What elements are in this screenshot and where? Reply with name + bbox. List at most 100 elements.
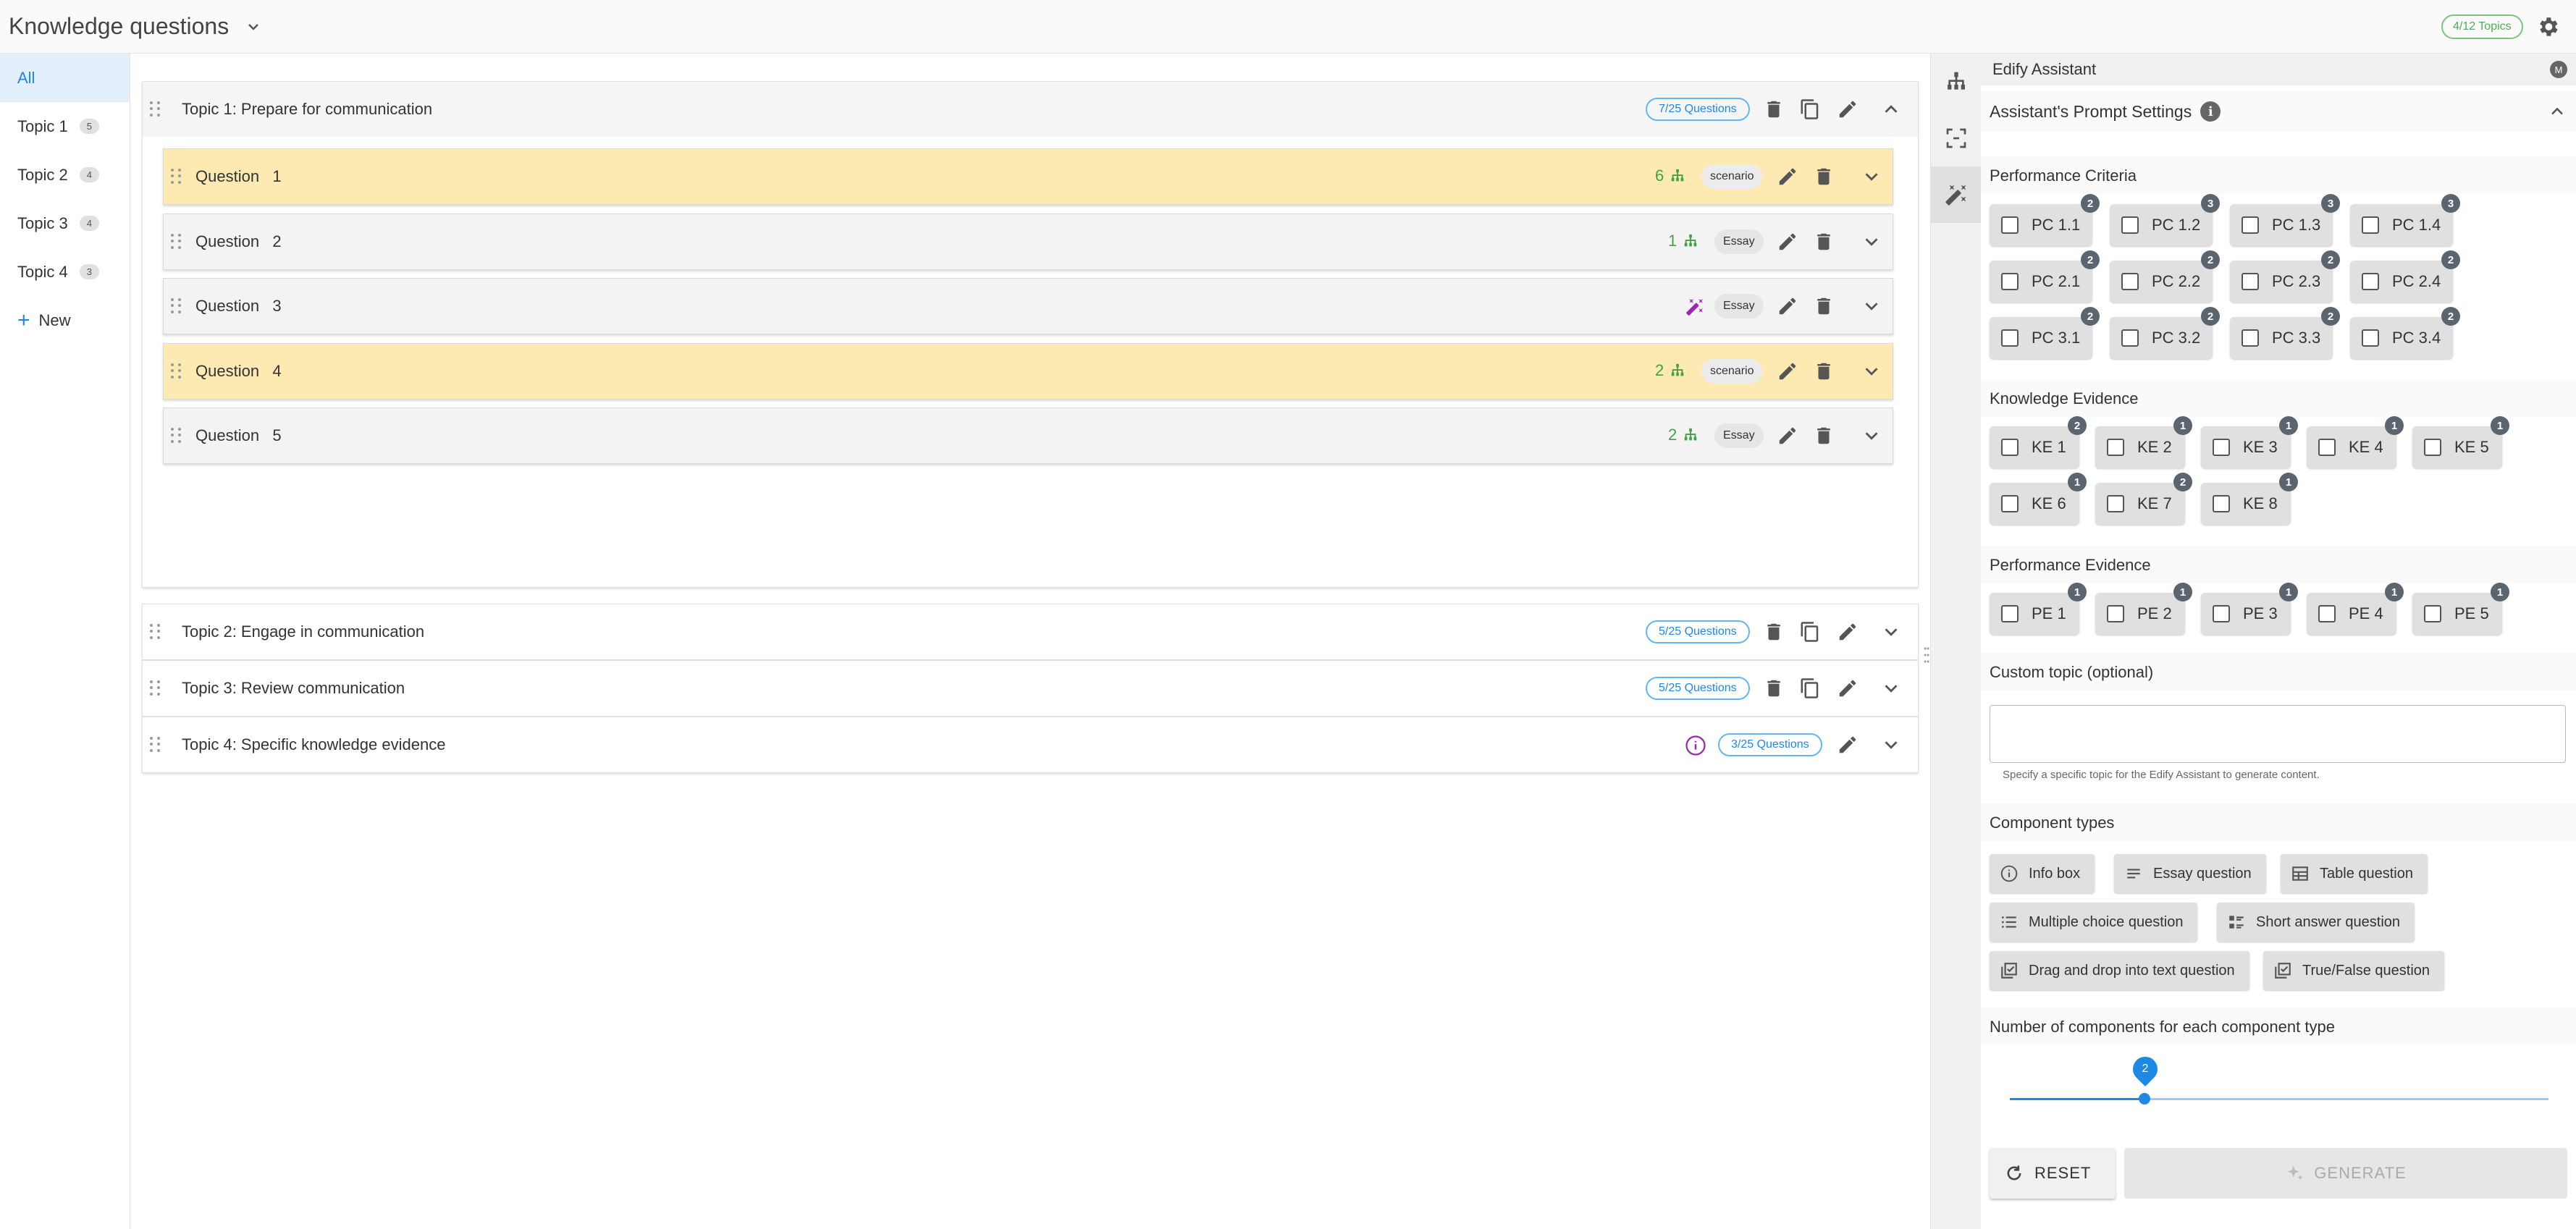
performance-criteria-chip[interactable]: PC 1.3 3: [2230, 194, 2340, 246]
copy-icon[interactable]: [1799, 621, 1821, 643]
checkbox[interactable]: [2362, 273, 2379, 290]
chevron-down-icon[interactable]: [1861, 425, 1882, 447]
trash-icon[interactable]: [1763, 621, 1785, 643]
edit-icon[interactable]: [1837, 621, 1859, 643]
component-chip-table[interactable]: Table question: [2281, 854, 2428, 893]
drag-handle-icon[interactable]: [171, 363, 182, 379]
checkbox[interactable]: [2001, 439, 2019, 456]
chevron-down-icon[interactable]: [1861, 231, 1882, 253]
knowledge-evidence-chip[interactable]: KE 81: [2201, 473, 2298, 525]
topic-header[interactable]: Topic 3: Review communication 5/25 Quest…: [143, 661, 1918, 716]
trash-icon[interactable]: [1763, 677, 1785, 699]
topic-header[interactable]: Topic 2: Engage in communication 5/25 Qu…: [143, 604, 1918, 659]
checkbox[interactable]: [2001, 329, 2019, 347]
copy-icon[interactable]: [1799, 677, 1821, 699]
edit-icon[interactable]: [1777, 231, 1798, 253]
edit-icon[interactable]: [1837, 734, 1859, 756]
knowledge-evidence-chip[interactable]: KE 12: [1990, 416, 2087, 468]
edit-icon[interactable]: [1777, 360, 1798, 382]
knowledge-evidence-chip[interactable]: KE 51: [2412, 416, 2509, 468]
edit-icon[interactable]: [1777, 425, 1798, 447]
performance-criteria-chip[interactable]: PC 1.4 3: [2350, 194, 2460, 246]
performance-criteria-chip[interactable]: PC 2.1 2: [1990, 250, 2100, 303]
performance-criteria-chip[interactable]: PC 3.2 2: [2110, 307, 2220, 359]
edit-icon[interactable]: [1777, 166, 1798, 187]
structure-tab[interactable]: [1931, 54, 1982, 110]
new-topic-button[interactable]: + New: [0, 296, 130, 345]
chevron-down-icon[interactable]: [1880, 621, 1902, 643]
component-chip-true-false[interactable]: True/False question: [2263, 951, 2445, 990]
trash-icon[interactable]: [1763, 98, 1785, 120]
question-row[interactable]: Question 2 1 Essay: [163, 214, 1893, 270]
topic-header[interactable]: Topic 1: Prepare for communication 7/25 …: [143, 82, 1918, 137]
focus-tab[interactable]: [1931, 110, 1982, 166]
component-chip-essay[interactable]: Essay question: [2114, 854, 2266, 893]
chevron-down-icon[interactable]: [1861, 360, 1882, 382]
checkbox[interactable]: [2107, 495, 2124, 512]
component-chip-multiple-choice[interactable]: Multiple choice question: [1990, 903, 2198, 942]
drag-handle-icon[interactable]: [150, 101, 161, 117]
drag-handle-icon[interactable]: [171, 428, 182, 444]
performance-evidence-chip[interactable]: PE 41: [2307, 583, 2404, 635]
knowledge-evidence-chip[interactable]: KE 31: [2201, 416, 2298, 468]
sidebar-item-topic-2[interactable]: Topic 2 4: [0, 151, 130, 199]
performance-evidence-chip[interactable]: PE 31: [2201, 583, 2298, 635]
sidebar-item-all[interactable]: All: [0, 54, 130, 102]
checkbox[interactable]: [2242, 329, 2259, 347]
chevron-down-icon[interactable]: [1861, 295, 1882, 317]
trash-icon[interactable]: [1813, 425, 1835, 447]
performance-evidence-chip[interactable]: PE 21: [2095, 583, 2192, 635]
edit-icon[interactable]: [1837, 677, 1859, 699]
checkbox[interactable]: [2213, 605, 2230, 622]
generate-button[interactable]: GENERATE: [2124, 1148, 2567, 1199]
performance-criteria-chip[interactable]: PC 1.2 3: [2110, 194, 2220, 246]
drag-handle-icon[interactable]: [171, 169, 182, 185]
sidebar-item-topic-1[interactable]: Topic 1 5: [0, 102, 130, 151]
checkbox[interactable]: [2107, 605, 2124, 622]
checkbox[interactable]: [2424, 439, 2441, 456]
chevron-down-icon[interactable]: [1880, 734, 1902, 756]
trash-icon[interactable]: [1813, 360, 1835, 382]
drag-handle-icon[interactable]: [171, 298, 182, 314]
component-chip-drag-drop[interactable]: Drag and drop into text question: [1990, 951, 2249, 990]
checkbox[interactable]: [2001, 495, 2019, 512]
topic-header[interactable]: Topic 4: Specific knowledge evidence 3/2…: [143, 717, 1918, 772]
prompt-settings-header[interactable]: Assistant's Prompt Settings i: [1981, 91, 2576, 132]
edit-icon[interactable]: [1777, 295, 1798, 317]
performance-criteria-chip[interactable]: PC 1.1 2: [1990, 194, 2100, 246]
checkbox[interactable]: [2318, 439, 2336, 456]
info-icon[interactable]: [1685, 735, 1706, 756]
checkbox[interactable]: [2213, 439, 2230, 456]
chevron-down-icon[interactable]: [245, 18, 262, 35]
checkbox[interactable]: [2001, 605, 2019, 622]
checkbox[interactable]: [2121, 273, 2139, 290]
sidebar-item-topic-4[interactable]: Topic 4 3: [0, 248, 130, 296]
trash-icon[interactable]: [1813, 295, 1835, 317]
performance-evidence-chip[interactable]: PE 51: [2412, 583, 2509, 635]
checkbox[interactable]: [2362, 216, 2379, 234]
resize-handle-icon[interactable]: [1923, 644, 1930, 666]
checkbox[interactable]: [2001, 273, 2019, 290]
checkbox[interactable]: [2213, 495, 2230, 512]
checkbox[interactable]: [2424, 605, 2441, 622]
component-chip-short-answer[interactable]: Short answer question: [2217, 903, 2415, 942]
drag-handle-icon[interactable]: [150, 680, 161, 696]
drag-handle-icon[interactable]: [150, 737, 161, 753]
performance-criteria-chip[interactable]: PC 3.1 2: [1990, 307, 2100, 359]
performance-criteria-chip[interactable]: PC 3.4 2: [2350, 307, 2460, 359]
performance-evidence-chip[interactable]: PE 11: [1990, 583, 2087, 635]
question-row[interactable]: Question 3 Essay: [163, 278, 1893, 334]
trash-icon[interactable]: [1813, 231, 1835, 253]
question-row[interactable]: Question 4 2 scenario: [163, 343, 1893, 400]
trash-icon[interactable]: [1813, 166, 1835, 187]
checkbox[interactable]: [2107, 439, 2124, 456]
drag-handle-icon[interactable]: [171, 234, 182, 250]
copy-icon[interactable]: [1799, 98, 1821, 120]
performance-criteria-chip[interactable]: PC 3.3 2: [2230, 307, 2340, 359]
performance-criteria-chip[interactable]: PC 2.4 2: [2350, 250, 2460, 303]
chevron-down-icon[interactable]: [1861, 166, 1882, 187]
drag-handle-icon[interactable]: [150, 624, 161, 640]
slider-thumb[interactable]: [2139, 1093, 2150, 1105]
checkbox[interactable]: [2362, 329, 2379, 347]
question-row[interactable]: Question 5 2 Essay: [163, 407, 1893, 464]
